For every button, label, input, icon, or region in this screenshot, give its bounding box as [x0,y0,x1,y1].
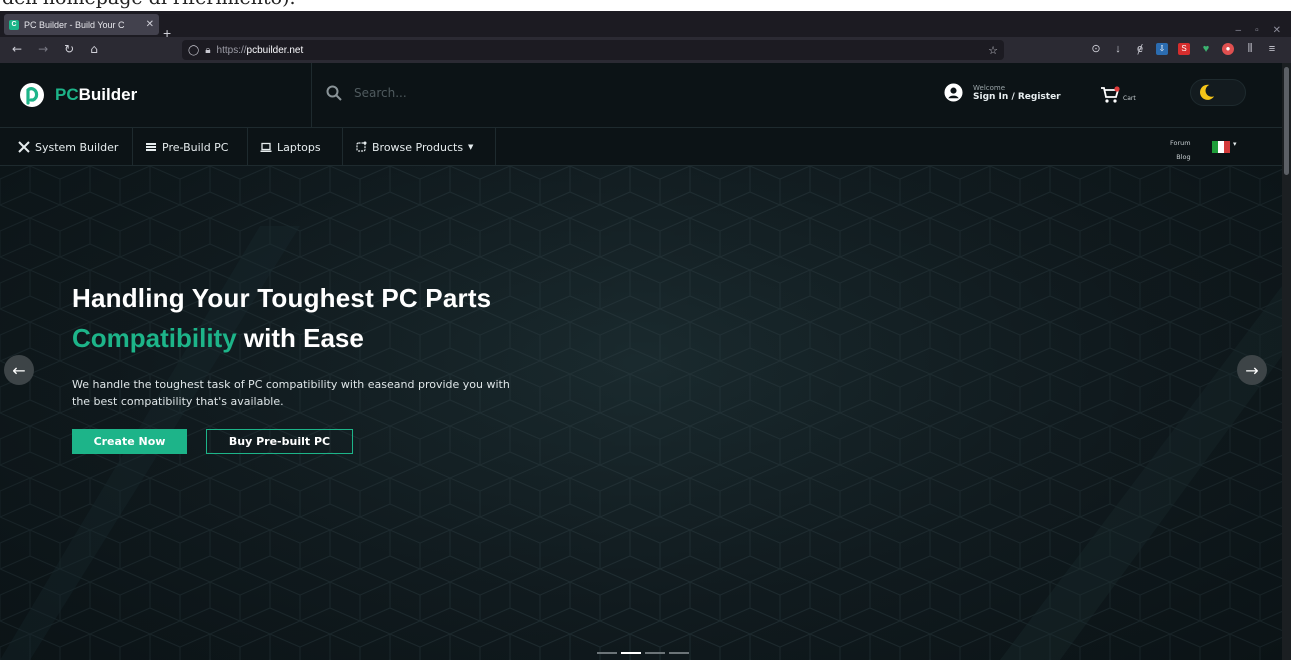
download-icon[interactable]: ↓ [1112,43,1124,55]
restore-button[interactable]: ▫ [1255,25,1259,36]
buy-prebuilt-button[interactable]: Buy Pre-built PC [206,429,353,454]
browser-nav-bar: ← → ↻ ⌂ ◯ 🔒︎ https://pcbuilder.net ☆ ⊙ ↓… [0,37,1291,63]
menu-browse-products[interactable]: Browse Products ▼ [343,128,496,166]
logo-icon [20,83,44,107]
page-scrollbar[interactable] [1282,63,1291,660]
user-icon [944,83,963,102]
menu-browse-products-label: Browse Products [372,140,464,154]
language-chevron-icon[interactable]: ▾ [1233,140,1237,148]
minimize-button[interactable]: – [1236,25,1242,36]
moon-icon [1200,84,1215,100]
close-tab-icon[interactable]: ✕ [146,19,154,30]
arrow-right-icon: → [1245,360,1259,380]
carousel-indicator[interactable] [645,652,665,654]
carousel-indicators [597,652,689,654]
extension-download-icon[interactable]: ⇩ [1156,43,1168,55]
hero-title-line1: Handling Your Toughest PC Parts [72,283,492,313]
tools-icon [18,141,30,153]
blog-link[interactable]: Blog [1170,150,1190,164]
brand-name: PCBuilder [55,85,138,104]
favicon-icon: C [9,19,19,30]
nav-buttons: ← → ↻ ⌂ [12,42,98,56]
arrow-left-icon: ← [12,360,26,380]
pocket-icon[interactable]: ⊙ [1090,43,1102,55]
hero-title-rest: with Ease [236,323,364,353]
forward-arrow-icon[interactable]: → [38,42,48,56]
back-arrow-icon[interactable]: ← [12,42,22,56]
account-link[interactable]: Welcome Sign In / Register [944,83,1061,102]
carousel-indicator[interactable] [669,652,689,654]
extension-badge-icon[interactable]: ● [1222,43,1234,55]
carousel-next-button[interactable]: → [1237,355,1267,385]
search-input[interactable]: Search... [354,86,407,100]
chevron-down-icon: ▼ [468,143,474,151]
hero-title-accent: Compatibility [72,323,237,353]
scrollbar-thumb[interactable] [1284,67,1289,175]
close-window-button[interactable]: ✕ [1273,25,1281,36]
carousel-prev-button[interactable]: ← [4,355,34,385]
sign-in-link[interactable]: Sign In / Register [973,92,1061,102]
url-text[interactable]: https://pcbuilder.net [217,45,304,56]
extension-icons: ⊙ ↓ ɇ ⇩ S ♥ ● ⫼ ≡ [1090,43,1278,55]
shield-icon[interactable]: ◯ [188,45,199,56]
reload-icon[interactable]: ↻ [64,42,74,56]
search-box[interactable]: Search... [326,85,407,101]
hero-description: We handle the toughest task of PC compat… [72,378,510,408]
cart-icon [1101,86,1120,103]
create-now-button[interactable]: Create Now [72,429,187,454]
carousel-indicator[interactable] [597,652,617,654]
extension-grid-icon[interactable]: ⫼ [1244,43,1256,55]
site-header: PCBuilder Search... Welcome Sign In / Re… [0,63,1282,128]
bookmark-star-icon[interactable]: ☆ [988,44,998,57]
forum-link[interactable]: Forum [1170,136,1191,150]
menu-laptops-label: Laptops [277,140,321,154]
extension-s-icon[interactable]: S [1178,43,1190,55]
extension-e-icon[interactable]: ɇ [1134,43,1146,55]
top-strip: dell'homepage di riferimento). [0,0,1291,11]
main-menu: System Builder Pre-Build PC Laptops Brow… [0,128,1282,166]
window-controls: – ▫ ✕ [1236,25,1282,36]
search-icon [326,85,342,101]
lock-icon[interactable]: 🔒︎ [205,45,210,56]
site-logo[interactable]: PCBuilder [19,82,137,108]
menu-icon[interactable]: ≡ [1266,43,1278,55]
menu-pre-build-pc[interactable]: Pre-Build PC [133,128,248,166]
forum-blog-links: Forum Blog [1170,136,1191,164]
header-divider [311,63,312,128]
browser-tab-bar: C PC Builder - Build Your C ✕ + – ▫ ✕ [0,11,1291,41]
flag-italy-icon[interactable] [1212,141,1230,153]
tab-title: PC Builder - Build Your C [24,19,125,30]
list-icon [146,143,156,151]
menu-pre-build-label: Pre-Build PC [162,140,229,154]
laptop-icon [260,142,272,152]
menu-system-builder[interactable]: System Builder [6,128,133,166]
browser-tab[interactable]: C PC Builder - Build Your C ✕ [4,14,159,35]
home-icon[interactable]: ⌂ [90,42,98,56]
cart-link[interactable]: Cart [1100,86,1136,104]
website: PCBuilder Search... Welcome Sign In / Re… [0,63,1291,660]
url-bar[interactable]: ◯ 🔒︎ https://pcbuilder.net ☆ [182,40,1004,60]
top-strip-text: dell'homepage di riferimento). [2,0,296,9]
menu-system-builder-label: System Builder [35,140,119,154]
welcome-label: Welcome [973,83,1006,92]
theme-toggle[interactable] [1190,79,1246,106]
hero-background-pattern [0,166,1282,660]
menu-laptops[interactable]: Laptops [248,128,343,166]
cart-label: Cart [1123,95,1136,102]
carousel-indicator[interactable] [621,652,641,654]
hero-carousel: Handling Your Toughest PC Parts Compatib… [0,166,1282,660]
account-text: Welcome Sign In / Register [973,84,1061,102]
chip-icon [356,141,367,152]
hero-title-line2: Compatibility with Ease [72,323,364,354]
extension-shield-icon[interactable]: ♥ [1200,43,1212,55]
